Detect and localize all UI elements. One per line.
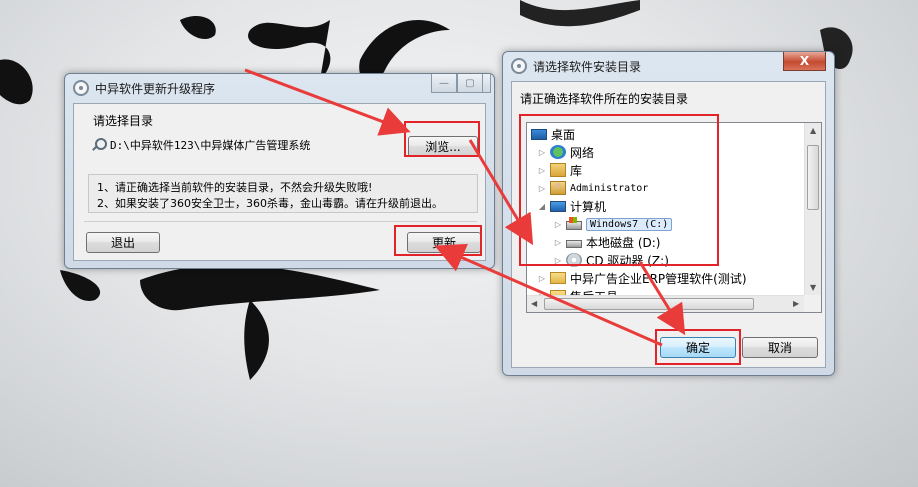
scroll-right-icon[interactable]: ▶ — [793, 299, 799, 308]
directory-group-label: 请选择目录 — [93, 114, 154, 128]
expand-arrow-icon[interactable]: ▷ — [537, 274, 547, 283]
close-button-edge[interactable] — [483, 74, 491, 93]
tree-item-erp-folder[interactable]: ▷ 中异广告企业ERP管理软件(测试) — [537, 269, 747, 287]
folder-icon — [550, 272, 566, 284]
scroll-left-icon[interactable]: ◀ — [531, 299, 537, 308]
maximize-button[interactable]: ▢ — [457, 74, 483, 93]
highlight-ok — [655, 329, 741, 365]
search-icon — [90, 137, 107, 153]
highlight-update — [394, 225, 482, 256]
scroll-corner — [804, 295, 821, 312]
highlight-browse — [404, 121, 480, 157]
divider — [84, 221, 477, 222]
scroll-up-icon[interactable]: ▲ — [810, 126, 816, 135]
app-icon — [73, 80, 89, 96]
note-line: 2、如果安装了360安全卫士，360杀毒，金山毒霸。请在升级前退出。 — [97, 197, 443, 210]
folder-picker-title: 请选择软件安装目录 — [533, 59, 642, 74]
horizontal-scroll-thumb[interactable] — [544, 298, 754, 310]
minimize-button[interactable]: — — [431, 74, 457, 93]
notes-box: 1、请正确选择当前软件的安装目录，不然会升级失败哦! 2、如果安装了360安全卫… — [88, 174, 478, 213]
cancel-button[interactable]: 取消 — [742, 337, 818, 358]
install-path-text: D:\中异软件123\中异媒体广告管理系统 — [110, 139, 311, 152]
horizontal-scrollbar[interactable]: ◀ ▶ — [527, 295, 806, 312]
exit-button[interactable]: 退出 — [86, 232, 160, 253]
highlight-tree — [519, 114, 719, 266]
tree-item-label: 中异广告企业ERP管理软件(测试) — [570, 271, 747, 286]
update-dialog-title: 中异软件更新升级程序 — [95, 81, 216, 96]
app-icon — [511, 58, 527, 74]
scroll-down-icon[interactable]: ▼ — [810, 283, 816, 292]
update-dialog-titlebar[interactable]: 中异软件更新升级程序 — [65, 74, 494, 102]
close-button[interactable]: X — [783, 52, 826, 71]
vertical-scroll-thumb[interactable] — [807, 145, 819, 210]
note-line: 1、请正确选择当前软件的安装目录，不然会升级失败哦! — [97, 181, 373, 194]
vertical-scrollbar[interactable]: ▲ ▼ — [804, 123, 821, 297]
path-display: D:\中异软件123\中异媒体广告管理系统 — [90, 134, 400, 156]
folder-prompt: 请正确选择软件所在的安装目录 — [520, 92, 689, 106]
